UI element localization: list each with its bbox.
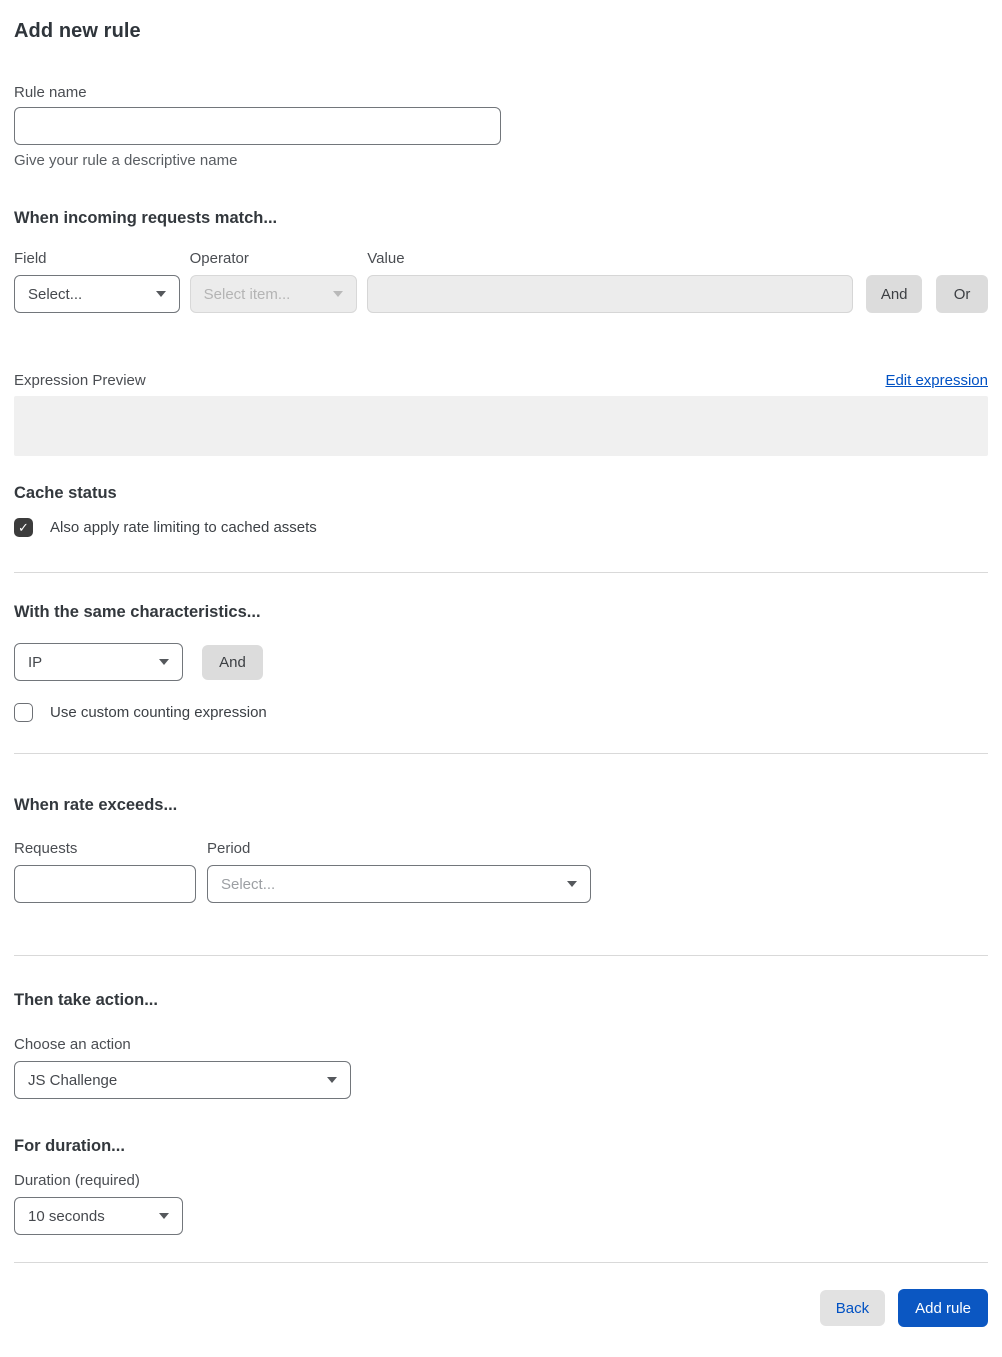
requests-label: Requests — [14, 840, 78, 857]
operator-column: Operator Select item... — [189, 250, 358, 313]
period-select[interactable]: Select... — [207, 865, 591, 903]
operator-select-value: Select item... — [203, 285, 291, 303]
expression-preview-box — [14, 396, 988, 456]
rule-name-label: Rule name — [14, 84, 87, 101]
action-heading: Then take action... — [14, 991, 158, 1009]
rate-row: Requests Period Select... — [14, 840, 988, 903]
requests-input[interactable] — [14, 865, 196, 903]
chevron-down-icon — [155, 291, 166, 297]
add-rule-button[interactable]: Add rule — [898, 1289, 988, 1327]
rule-name-group: Rule name Give your rule a descriptive n… — [14, 84, 988, 169]
period-label: Period — [207, 840, 251, 857]
match-builder-row: Field Select... Operator Select item... … — [14, 250, 988, 313]
section-divider — [14, 572, 988, 573]
characteristics-heading: With the same characteristics... — [14, 603, 261, 621]
period-select-value: Select... — [221, 875, 276, 893]
add-rule-form: Add new rule Rule name Give your rule a … — [0, 0, 1002, 1357]
duration-select-value: 10 seconds — [28, 1207, 105, 1225]
footer-divider — [14, 1262, 988, 1263]
field-label: Field — [14, 250, 47, 267]
action-select-value: JS Challenge — [28, 1071, 118, 1089]
footer-actions: Back Add rule — [14, 1289, 988, 1327]
edit-expression-link[interactable]: Edit expression — [885, 372, 988, 389]
rate-heading: When rate exceeds... — [14, 796, 178, 814]
cache-status-heading: Cache status — [14, 484, 117, 502]
custom-counting-row: Use custom counting expression — [14, 703, 988, 722]
characteristics-row: IP And — [14, 643, 988, 681]
duration-heading: For duration... — [14, 1137, 125, 1155]
page-title: Add new rule — [14, 20, 141, 42]
custom-counting-checkbox[interactable] — [14, 703, 33, 722]
duration-label: Duration (required) — [14, 1172, 140, 1189]
match-section-heading: When incoming requests match... — [14, 209, 278, 227]
choose-action-label: Choose an action — [14, 1036, 131, 1053]
expression-preview-header: Expression Preview Edit expression — [14, 372, 988, 389]
cache-status-checkbox-row: ✓ Also apply rate limiting to cached ass… — [14, 518, 988, 537]
field-select-value: Select... — [28, 285, 83, 303]
field-select[interactable]: Select... — [14, 275, 180, 313]
field-column: Field Select... — [14, 250, 180, 313]
action-select[interactable]: JS Challenge — [14, 1061, 351, 1099]
period-column: Period Select... — [207, 840, 591, 903]
cached-assets-checkbox-label: Also apply rate limiting to cached asset… — [50, 519, 317, 536]
chevron-down-icon — [567, 881, 577, 887]
cached-assets-checkbox[interactable]: ✓ — [14, 518, 33, 537]
and-button[interactable]: And — [866, 275, 923, 313]
rule-name-helper: Give your rule a descriptive name — [14, 152, 238, 169]
characteristics-and-button[interactable]: And — [202, 644, 263, 680]
checkmark-icon: ✓ — [18, 520, 29, 535]
characteristic-select[interactable]: IP — [14, 643, 183, 681]
expression-preview-label: Expression Preview — [14, 372, 146, 389]
section-divider — [14, 753, 988, 754]
characteristic-select-value: IP — [28, 653, 43, 671]
value-input — [367, 275, 854, 313]
back-button[interactable]: Back — [819, 1290, 886, 1326]
chevron-down-icon — [159, 1213, 169, 1219]
custom-counting-label: Use custom counting expression — [50, 704, 267, 721]
rule-name-input[interactable] — [14, 107, 501, 145]
section-divider — [14, 955, 988, 956]
value-column: Value — [367, 250, 854, 313]
chevron-down-icon — [333, 291, 344, 297]
or-button[interactable]: Or — [936, 275, 988, 313]
chevron-down-icon — [159, 659, 169, 665]
operator-label: Operator — [189, 250, 249, 267]
chevron-down-icon — [327, 1077, 337, 1083]
duration-select[interactable]: 10 seconds — [14, 1197, 183, 1235]
operator-select: Select item... — [189, 275, 358, 313]
requests-column: Requests — [14, 840, 196, 903]
value-label: Value — [367, 250, 405, 267]
